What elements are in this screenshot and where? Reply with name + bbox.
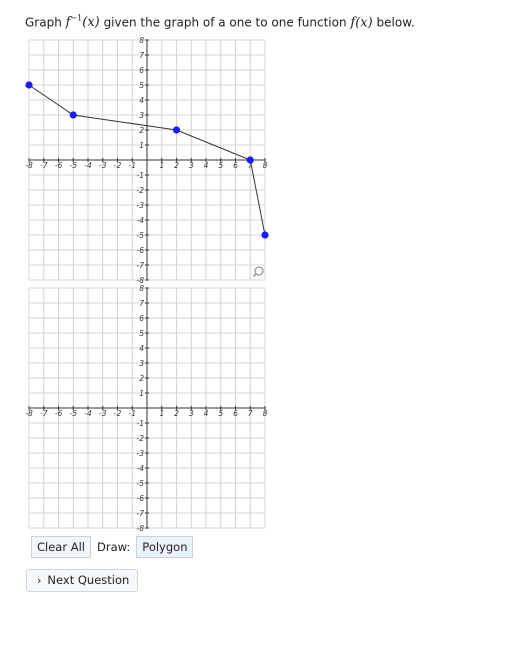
- given-y-tick-label: 4: [139, 96, 144, 105]
- next-question-button[interactable]: › Next Question: [26, 569, 139, 592]
- given-x-tick-label: 2: [174, 161, 179, 170]
- answer-y-tick-label: -8: [137, 524, 145, 533]
- given-y-tick-label: 2: [139, 126, 144, 135]
- given-y-tick-label: -7: [137, 261, 145, 270]
- answer-y-tick-label: -3: [137, 449, 145, 458]
- function-point: [246, 156, 254, 164]
- question-suffix: below.: [376, 15, 415, 30]
- answer-x-tick-label: 2: [174, 409, 179, 418]
- given-y-tick-label: -6: [137, 246, 145, 255]
- given-y-tick-label: -5: [137, 231, 145, 240]
- answer-x-tick-label: 4: [204, 409, 209, 418]
- given-x-tick-label: 5: [218, 161, 223, 170]
- magnifier-icon[interactable]: [252, 265, 266, 279]
- answer-y-tick-label: 8: [139, 284, 144, 293]
- given-x-tick-label: 1: [159, 161, 164, 170]
- function-point: [261, 231, 269, 239]
- answer-y-tick-label: -5: [137, 479, 145, 488]
- given-y-tick-label: 5: [139, 81, 144, 90]
- given-function-graph: -8 -7 -6 -5 -4 -3 -2 -1 1 2 3 4 5 6 7 887654321-1-2-3-4…: [25, 36, 269, 285]
- question-middle: given the graph of a one to one function: [103, 15, 347, 30]
- given-x-tick-label: -2: [114, 161, 122, 170]
- answer-x-tick-label: 3: [189, 409, 194, 418]
- answer-x-tick-label: -4: [84, 409, 92, 418]
- answer-y-tick-label: -1: [137, 419, 144, 428]
- given-y-tick-label: -1: [137, 171, 144, 180]
- given-x-tick-label: -7: [40, 161, 48, 170]
- answer-y-tick-label: -4: [137, 464, 145, 473]
- given-x-tick-label: 4: [204, 161, 209, 170]
- question-text: Graph f−1(x) given the graph of a one to…: [25, 10, 415, 32]
- inverse-function-symbol: f−1(x): [65, 14, 100, 31]
- answer-y-tick-label: 3: [139, 359, 144, 368]
- given-x-tick-label: -6: [55, 161, 63, 170]
- function-symbol: f(x): [350, 15, 373, 31]
- function-point: [69, 111, 77, 119]
- answer-x-tick-label: -2: [114, 409, 122, 418]
- answer-x-tick-label: 1: [159, 409, 164, 418]
- drawing-toolbar: Clear All Draw: Polygon: [31, 536, 194, 558]
- answer-x-tick-label: 5: [218, 409, 223, 418]
- function-point: [25, 81, 33, 89]
- answer-x-tick-label: 6: [233, 409, 238, 418]
- question-prefix: Graph: [25, 15, 62, 30]
- given-y-tick-label: 3: [139, 111, 144, 120]
- answer-y-tick-label: 1: [139, 389, 144, 398]
- next-question-label: Next Question: [47, 573, 130, 587]
- answer-x-tick-label: 7: [248, 409, 253, 418]
- answer-y-tick-label: 7: [139, 299, 144, 308]
- answer-y-tick-label: 4: [139, 344, 144, 353]
- given-x-tick-label: -4: [84, 161, 92, 170]
- answer-x-tick-label: -1: [129, 409, 136, 418]
- answer-x-tick-label: -6: [55, 409, 63, 418]
- given-x-tick-label: 6: [233, 161, 238, 170]
- chevron-right-icon: ›: [37, 574, 42, 587]
- answer-x-tick-label: -5: [70, 409, 78, 418]
- answer-x-tick-label: 8: [263, 409, 268, 418]
- polygon-tool-button[interactable]: Polygon: [136, 536, 194, 558]
- given-x-tick-label: -8: [25, 161, 33, 170]
- answer-graph[interactable]: -8 -7 -6 -5 -4 -3 -2 -1 1 2 3 4 5 6 7 887654321-1-2-3-4…: [25, 284, 268, 533]
- given-y-tick-label: 6: [139, 66, 144, 75]
- clear-all-button[interactable]: Clear All: [31, 536, 91, 558]
- given-x-tick-label: -5: [70, 161, 78, 170]
- answer-y-tick-label: 6: [139, 314, 144, 323]
- answer-x-tick-label: -7: [40, 409, 48, 418]
- given-y-tick-label: -4: [137, 216, 145, 225]
- given-x-tick-label: 3: [189, 161, 194, 170]
- given-y-tick-label: 1: [139, 141, 144, 150]
- answer-y-tick-label: 2: [139, 374, 144, 383]
- given-y-tick-label: -3: [137, 201, 145, 210]
- given-x-tick-label: -3: [99, 161, 107, 170]
- given-y-tick-label: 7: [139, 51, 144, 60]
- answer-x-tick-label: -3: [99, 409, 107, 418]
- answer-x-tick-label: -8: [25, 409, 33, 418]
- answer-y-tick-label: -7: [137, 509, 145, 518]
- function-point: [172, 126, 181, 134]
- given-x-tick-label: 8: [263, 161, 268, 170]
- given-y-tick-label: 8: [139, 36, 144, 45]
- answer-y-tick-label: -2: [137, 434, 145, 443]
- draw-label: Draw:: [97, 540, 131, 554]
- answer-y-tick-label: -6: [137, 494, 145, 503]
- given-y-tick-label: -2: [137, 186, 145, 195]
- answer-y-tick-label: 5: [139, 329, 144, 338]
- given-x-tick-label: -1: [129, 161, 136, 170]
